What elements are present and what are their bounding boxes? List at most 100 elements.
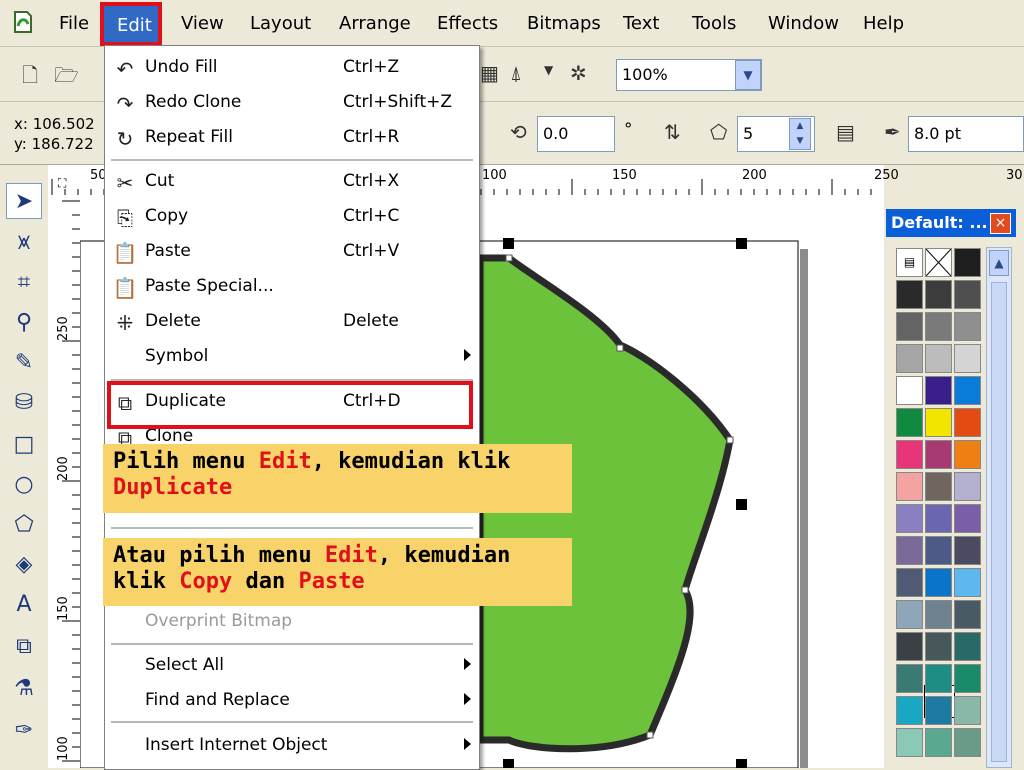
color-swatch[interactable] bbox=[925, 536, 952, 565]
color-swatch[interactable] bbox=[896, 536, 923, 565]
color-swatch[interactable] bbox=[954, 664, 981, 693]
basic-shapes-tool-icon[interactable]: ◈ bbox=[6, 547, 42, 583]
color-swatch[interactable] bbox=[896, 504, 923, 533]
eyedropper-tool-icon[interactable]: ⚗ bbox=[6, 671, 42, 707]
color-swatch[interactable] bbox=[896, 728, 923, 757]
color-swatch[interactable] bbox=[954, 376, 981, 405]
smart-fill-tool-icon[interactable]: ⛁ bbox=[6, 385, 42, 421]
outline-tool-icon[interactable]: ✑ bbox=[6, 713, 42, 749]
open-icon[interactable]: 🗁 bbox=[54, 61, 79, 95]
color-swatch[interactable] bbox=[954, 472, 981, 501]
color-swatch[interactable] bbox=[954, 248, 981, 277]
scroll-thumb[interactable] bbox=[991, 282, 1007, 762]
menu-item-copy[interactable]: ⎘ Copy Ctrl+C bbox=[105, 201, 477, 233]
menu-item-cut[interactable]: ✂ Cut Ctrl+X bbox=[105, 166, 477, 198]
welcome-screen-icon[interactable]: ⍋ bbox=[510, 61, 522, 85]
color-swatch[interactable] bbox=[925, 696, 952, 725]
color-swatch[interactable] bbox=[925, 664, 952, 693]
mirror-icon[interactable]: ⇅ bbox=[664, 120, 681, 144]
menu-item-delete[interactable]: ⁜ Delete Delete bbox=[105, 306, 477, 338]
color-swatch[interactable] bbox=[896, 344, 923, 373]
menu-item-find-and-replace[interactable]: Find and Replace bbox=[105, 685, 477, 717]
color-swatch[interactable] bbox=[925, 280, 952, 309]
color-swatch[interactable] bbox=[954, 344, 981, 373]
interactive-blend-tool-icon[interactable]: ⧉ bbox=[6, 629, 42, 665]
color-swatch[interactable] bbox=[896, 280, 923, 309]
color-swatch[interactable] bbox=[896, 440, 923, 469]
text-tool-icon[interactable]: A bbox=[6, 587, 42, 623]
color-swatch[interactable] bbox=[954, 440, 981, 469]
menu-help[interactable]: Help bbox=[863, 13, 904, 34]
color-swatch[interactable] bbox=[925, 344, 952, 373]
color-swatch[interactable] bbox=[954, 536, 981, 565]
color-swatch[interactable] bbox=[896, 632, 923, 661]
color-swatch[interactable] bbox=[954, 568, 981, 597]
menu-item-repeat-fill[interactable]: ↻ Repeat Fill Ctrl+R bbox=[105, 122, 477, 154]
color-swatch[interactable] bbox=[925, 600, 952, 629]
vertical-ruler[interactable]: 250 200 150 100 bbox=[48, 195, 81, 768]
rectangle-tool-icon[interactable]: □ bbox=[6, 427, 42, 463]
menu-file[interactable]: File bbox=[59, 13, 89, 34]
menu-item-undo-fill[interactable]: ↶ Undo Fill Ctrl+Z bbox=[105, 52, 477, 84]
color-swatch[interactable] bbox=[925, 440, 952, 469]
palette-close-icon[interactable]: × bbox=[990, 213, 1011, 234]
sides-stepper[interactable]: ▲ ▼ bbox=[789, 118, 811, 150]
color-swatch[interactable] bbox=[896, 312, 923, 341]
color-swatch[interactable] bbox=[925, 472, 952, 501]
position-x[interactable]: x: 106.502 bbox=[14, 114, 95, 134]
color-swatch[interactable] bbox=[925, 632, 952, 661]
application-launcher-icon[interactable]: ▦ bbox=[480, 61, 499, 85]
color-swatch[interactable] bbox=[954, 408, 981, 437]
color-swatch[interactable] bbox=[954, 632, 981, 661]
color-swatch[interactable] bbox=[954, 504, 981, 533]
palette-scrollbar[interactable]: ▲ bbox=[986, 247, 1012, 768]
menu-bitmaps[interactable]: Bitmaps bbox=[527, 13, 601, 34]
polygon-tool-icon[interactable]: ⬠ bbox=[6, 507, 42, 543]
ruler-origin-icon[interactable]: ⛶ bbox=[58, 176, 66, 191]
menu-window[interactable]: Window bbox=[768, 13, 839, 34]
menu-item-overprint-bitmap[interactable]: Overprint Bitmap bbox=[105, 606, 477, 638]
menu-item-redo-clone[interactable]: ↷ Redo Clone Ctrl+Shift+Z bbox=[105, 87, 477, 119]
rotation-angle-input[interactable]: 0.0 bbox=[537, 116, 615, 152]
color-swatch[interactable] bbox=[925, 504, 952, 533]
chevron-down-icon[interactable]: ▼ bbox=[544, 63, 553, 77]
color-swatch[interactable] bbox=[925, 408, 952, 437]
menu-item-paste[interactable]: 📋 Paste Ctrl+V bbox=[105, 236, 477, 268]
pick-tool-icon[interactable]: ➤ bbox=[6, 183, 42, 219]
crop-tool-icon[interactable]: ⌗ bbox=[6, 265, 42, 301]
menu-edit[interactable]: Edit bbox=[100, 2, 162, 46]
corel-online-icon[interactable]: ✲ bbox=[570, 61, 587, 85]
freehand-tool-icon[interactable]: ✎ bbox=[6, 345, 42, 381]
menu-item-insert-internet-object[interactable]: Insert Internet Object bbox=[105, 730, 477, 762]
zoom-tool-icon[interactable]: ⚲ bbox=[6, 305, 42, 341]
menu-arrange[interactable]: Arrange bbox=[339, 13, 411, 34]
ellipse-tool-icon[interactable]: ○ bbox=[6, 467, 42, 503]
color-swatch[interactable] bbox=[954, 600, 981, 629]
menu-layout[interactable]: Layout bbox=[250, 13, 311, 34]
menu-view[interactable]: View bbox=[181, 13, 224, 34]
menu-text[interactable]: Text bbox=[623, 13, 659, 34]
color-swatch[interactable] bbox=[896, 376, 923, 405]
no-fill-swatch-icon[interactable]: ▤ bbox=[896, 248, 923, 277]
shape-tool-icon[interactable]: ⩙ bbox=[6, 225, 42, 261]
zoom-dropdown-button[interactable]: ▼ bbox=[735, 60, 761, 90]
new-document-icon[interactable]: 🗋 bbox=[22, 61, 38, 95]
color-swatch[interactable] bbox=[925, 728, 952, 757]
no-color-swatch[interactable] bbox=[925, 248, 952, 277]
color-swatch[interactable] bbox=[954, 280, 981, 309]
color-swatch[interactable] bbox=[954, 696, 981, 725]
menu-item-select-all[interactable]: Select All bbox=[105, 650, 477, 682]
color-swatch[interactable] bbox=[896, 472, 923, 501]
color-swatch[interactable] bbox=[896, 664, 923, 693]
color-swatch[interactable] bbox=[896, 696, 923, 725]
color-swatch[interactable] bbox=[925, 312, 952, 341]
menu-tools[interactable]: Tools bbox=[692, 13, 736, 34]
color-swatch[interactable] bbox=[925, 568, 952, 597]
wrap-text-icon[interactable]: ▤ bbox=[836, 120, 855, 144]
color-swatch[interactable] bbox=[896, 568, 923, 597]
menu-item-symbol[interactable]: Symbol bbox=[105, 341, 477, 373]
color-swatch[interactable] bbox=[896, 600, 923, 629]
outline-width-select[interactable]: 8.0 pt bbox=[908, 116, 1024, 152]
color-swatch[interactable] bbox=[954, 728, 981, 757]
color-swatch[interactable] bbox=[954, 312, 981, 341]
